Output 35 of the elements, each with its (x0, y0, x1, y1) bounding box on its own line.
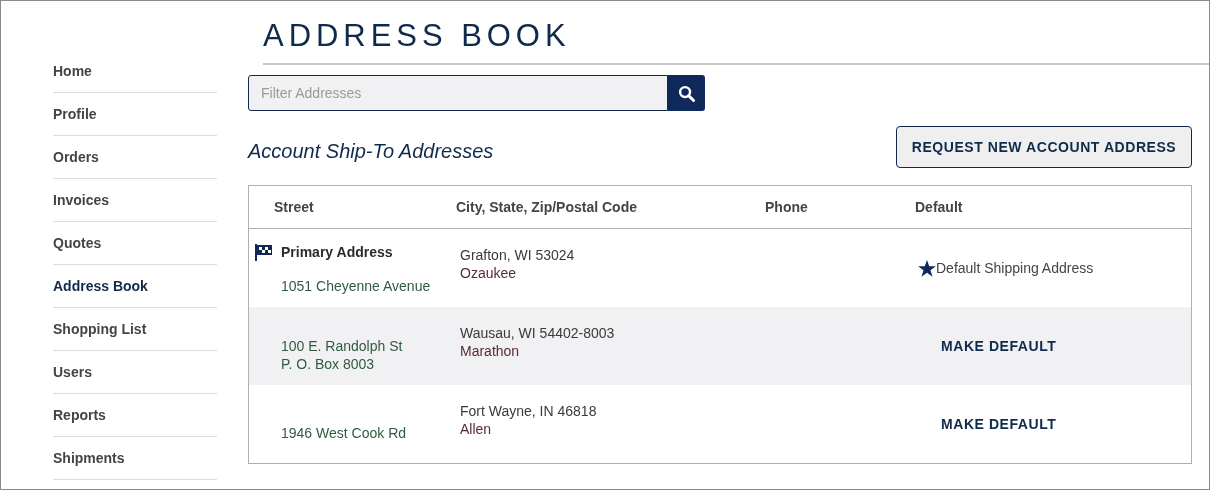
column-header: City, State, Zip/Postal Code (456, 198, 637, 215)
sidebar-item[interactable]: Shopping List (53, 318, 147, 340)
sidebar-item[interactable]: Profile (53, 103, 97, 125)
county-text: Marathon (460, 342, 521, 360)
primary-address-label: Primary Address (281, 242, 393, 262)
make-default-button[interactable]: MAKE DEFAULT (941, 335, 1057, 357)
city-state-zip-text: Wausau, WI 54402-8003 (460, 324, 616, 342)
sidebar-item[interactable]: Home (53, 60, 92, 82)
sidebar-item[interactable]: Shipments (53, 447, 125, 469)
city-state-zip-text: Fort Wayne, IN 46818 (460, 402, 598, 420)
request-address-button[interactable]: REQUEST NEW ACCOUNT ADDRESS (896, 126, 1192, 168)
street-text: 100 E. Randolph St (281, 337, 404, 355)
street-text: P. O. Box 8003 (281, 355, 376, 373)
flag-icon (255, 243, 274, 261)
column-header: Default (915, 198, 963, 215)
search-icon (678, 84, 695, 102)
sidebar-item[interactable]: Address Book (53, 275, 148, 297)
county-text: Allen (460, 420, 493, 438)
city-state-zip-text: Grafton, WI 53024 (460, 246, 576, 264)
make-default-button[interactable]: MAKE DEFAULT (941, 413, 1057, 435)
section-title: Account Ship-To Addresses (248, 139, 494, 164)
filter-field[interactable]: Filter Addresses (248, 75, 668, 111)
sidebar-item[interactable]: Users (53, 361, 92, 383)
street-text: 1946 West Cook Rd (281, 424, 408, 442)
page-title: ADDRESS BOOK (263, 20, 571, 51)
column-header: Phone (765, 198, 808, 215)
sidebar-item[interactable]: Quotes (53, 232, 102, 254)
sidebar-item[interactable]: Reports (53, 404, 106, 426)
search-button[interactable] (668, 75, 705, 111)
sidebar-item[interactable]: Invoices (53, 189, 110, 211)
county-text: Ozaukee (460, 264, 518, 282)
street-text: 1051 Cheyenne Avenue (281, 276, 432, 295)
default-shipping-text: Default Shipping Address (936, 258, 1094, 278)
sidebar-item[interactable]: Orders (53, 146, 99, 168)
column-header: Street (274, 198, 314, 215)
